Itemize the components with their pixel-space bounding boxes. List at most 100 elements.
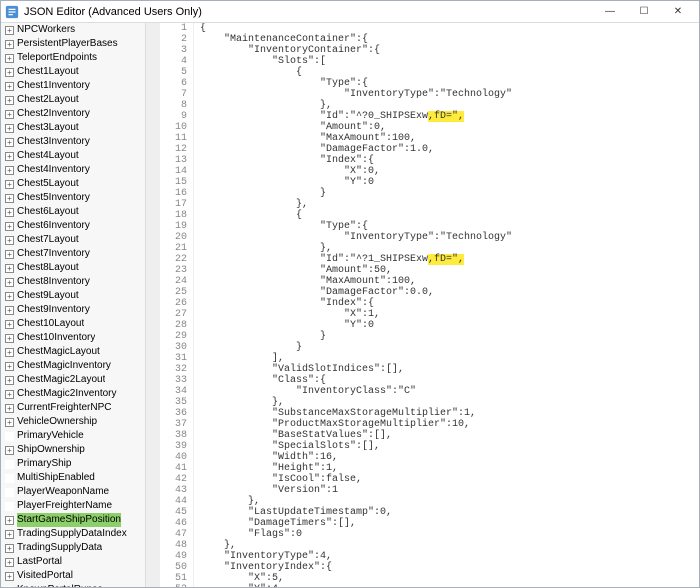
code-line[interactable]: "Y":0 (200, 320, 699, 331)
code-line[interactable]: "MaxAmount":100, (200, 133, 699, 144)
code-line[interactable]: "Class":{ (200, 375, 699, 386)
tree-item[interactable]: +ShipOwnership (1, 443, 145, 457)
tree-item[interactable]: +VehicleOwnership (1, 415, 145, 429)
tree-item[interactable]: +Chest6Layout (1, 205, 145, 219)
code-line[interactable]: "IsCool":false, (200, 474, 699, 485)
expand-icon[interactable]: + (5, 348, 14, 357)
code-line[interactable]: "DamageFactor":1.0, (200, 144, 699, 155)
code-line[interactable]: "InventoryContainer":{ (200, 45, 699, 56)
expand-icon[interactable]: + (5, 152, 14, 161)
code-line[interactable]: "Width":16, (200, 452, 699, 463)
code-line[interactable]: "Type":{ (200, 78, 699, 89)
tree-item[interactable]: MultiShipEnabled (1, 471, 145, 485)
code-line[interactable]: ], (200, 353, 699, 364)
tree-item[interactable]: +CurrentFreighterNPC (1, 401, 145, 415)
expand-icon[interactable]: + (5, 376, 14, 385)
tree-item[interactable]: +TradingSupplyDataIndex (1, 527, 145, 541)
tree-item[interactable]: +Chest7Layout (1, 233, 145, 247)
code-line[interactable]: "Amount":0, (200, 122, 699, 133)
expand-icon[interactable]: + (5, 418, 14, 427)
tree-panel[interactable]: +NPCWorkers+PersistentPlayerBases+Telepo… (1, 23, 146, 587)
expand-icon[interactable]: + (5, 306, 14, 315)
tree-item[interactable]: +Chest3Layout (1, 121, 145, 135)
code-line[interactable]: "ValidSlotIndices":[], (200, 364, 699, 375)
expand-icon[interactable]: + (5, 362, 14, 371)
code-line[interactable]: "Version":1 (200, 485, 699, 496)
expand-icon[interactable]: + (5, 292, 14, 301)
code-line[interactable]: { (200, 210, 699, 221)
tree-item[interactable]: +Chest9Inventory (1, 303, 145, 317)
tree-item[interactable]: +Chest6Inventory (1, 219, 145, 233)
expand-icon[interactable]: + (5, 334, 14, 343)
tree-item[interactable]: +ChestMagic2Layout (1, 373, 145, 387)
tree-item[interactable]: +Chest5Layout (1, 177, 145, 191)
code-line[interactable]: } (200, 331, 699, 342)
expand-icon[interactable]: + (5, 82, 14, 91)
expand-icon[interactable]: + (5, 390, 14, 399)
tree-item[interactable]: +Chest1Layout (1, 65, 145, 79)
tree-item[interactable]: KnownPortalRunes (1, 583, 145, 587)
code-line[interactable]: "LastUpdateTimestamp":0, (200, 507, 699, 518)
expand-icon[interactable]: + (5, 110, 14, 119)
tree-item[interactable]: PlayerWeaponName (1, 485, 145, 499)
expand-icon[interactable]: + (5, 572, 14, 581)
tree-item[interactable]: +Chest7Inventory (1, 247, 145, 261)
code-line[interactable]: "ProductMaxStorageMultiplier":10, (200, 419, 699, 430)
code-line[interactable]: "X":5, (200, 573, 699, 584)
code-line[interactable]: }, (200, 397, 699, 408)
expand-icon[interactable]: + (5, 530, 14, 539)
expand-icon[interactable]: + (5, 54, 14, 63)
code-line[interactable]: "InventoryType":4, (200, 551, 699, 562)
expand-icon[interactable]: + (5, 222, 14, 231)
tree-item[interactable]: +Chest1Inventory (1, 79, 145, 93)
code-line[interactable]: "Y":0 (200, 177, 699, 188)
code-line[interactable]: "Id":"^?1_SHIPSExw,fD=", (200, 254, 699, 265)
expand-icon[interactable]: + (5, 124, 14, 133)
expand-icon[interactable]: + (5, 544, 14, 553)
code-line[interactable]: "Id":"^?0_SHIPSExw,fD=", (200, 111, 699, 122)
tree-item[interactable]: +ChestMagicInventory (1, 359, 145, 373)
tree-item[interactable]: +Chest10Inventory (1, 331, 145, 345)
expand-icon[interactable]: + (5, 208, 14, 217)
code-line[interactable]: } (200, 188, 699, 199)
expand-icon[interactable]: + (5, 264, 14, 273)
expand-icon[interactable]: + (5, 26, 14, 35)
code-line[interactable]: "SpecialSlots":[], (200, 441, 699, 452)
minimize-button[interactable]: — (593, 2, 627, 22)
code-line[interactable]: "Flags":0 (200, 529, 699, 540)
code-line[interactable]: "Type":{ (200, 221, 699, 232)
tree-item[interactable]: +Chest2Inventory (1, 107, 145, 121)
tree-item[interactable]: +Chest10Layout (1, 317, 145, 331)
expand-icon[interactable]: + (5, 516, 14, 525)
tree-item[interactable]: +ChestMagicLayout (1, 345, 145, 359)
tree-item[interactable]: +Chest2Layout (1, 93, 145, 107)
tree-item[interactable]: +PersistentPlayerBases (1, 37, 145, 51)
tree-item[interactable]: +Chest9Layout (1, 289, 145, 303)
expand-icon[interactable]: + (5, 446, 14, 455)
code-line[interactable]: "InventoryIndex":{ (200, 562, 699, 573)
code-line[interactable]: "Index":{ (200, 155, 699, 166)
code-line[interactable]: "InventoryType":"Technology" (200, 232, 699, 243)
code-line[interactable]: "Height":1, (200, 463, 699, 474)
code-line[interactable]: "BaseStatValues":[], (200, 430, 699, 441)
tree-item[interactable]: PlayerFreighterName (1, 499, 145, 513)
code-line[interactable]: }, (200, 199, 699, 210)
tree-item[interactable]: +TeleportEndpoints (1, 51, 145, 65)
expand-icon[interactable]: + (5, 180, 14, 189)
tree-item[interactable]: PrimaryShip (1, 457, 145, 471)
code-line[interactable]: { (200, 67, 699, 78)
maximize-button[interactable]: ☐ (627, 2, 661, 22)
tree-item[interactable]: +ChestMagic2Inventory (1, 387, 145, 401)
code-line[interactable]: }, (200, 243, 699, 254)
tree-item[interactable]: +LastPortal (1, 555, 145, 569)
code-line[interactable]: "MaxAmount":100, (200, 276, 699, 287)
tree-item[interactable]: +Chest4Layout (1, 149, 145, 163)
close-button[interactable]: ✕ (661, 2, 695, 22)
code-line[interactable]: "Amount":50, (200, 265, 699, 276)
code-line[interactable]: } (200, 342, 699, 353)
expand-icon[interactable]: + (5, 236, 14, 245)
code-line[interactable]: }, (200, 540, 699, 551)
expand-icon[interactable]: + (5, 138, 14, 147)
expand-icon[interactable]: + (5, 558, 14, 567)
expand-icon[interactable]: + (5, 404, 14, 413)
